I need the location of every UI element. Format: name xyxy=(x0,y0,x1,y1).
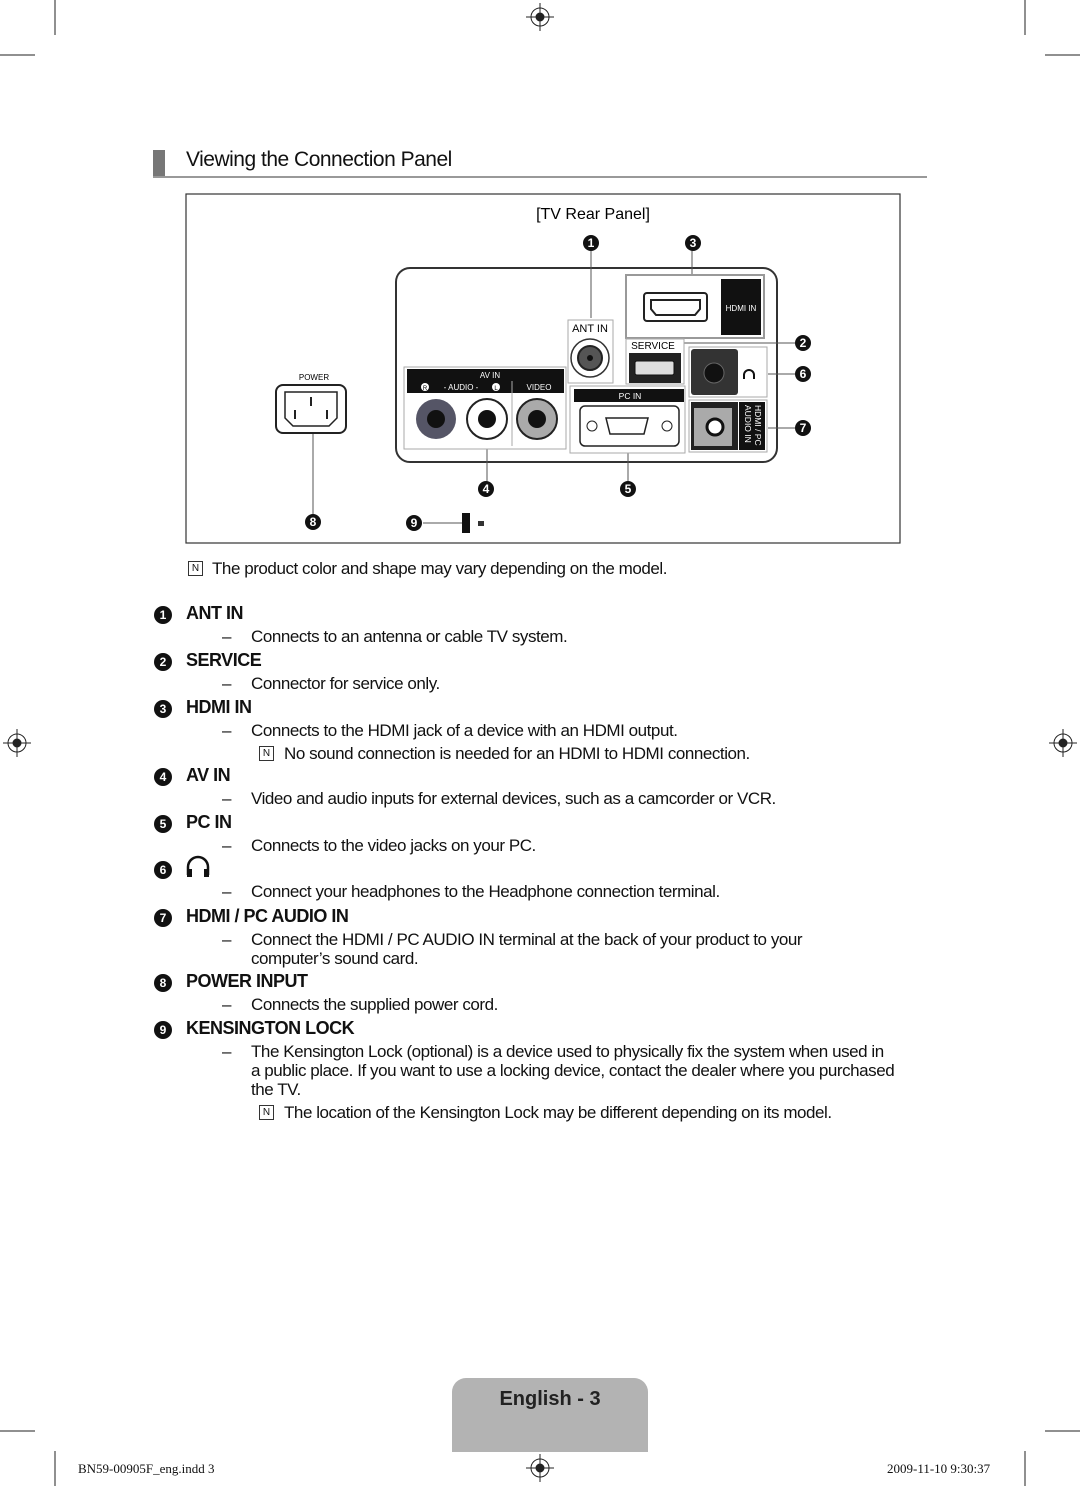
video-label: VIDEO xyxy=(527,383,552,392)
note-icon: N xyxy=(259,746,274,761)
item-description: computer’s sound card. xyxy=(251,949,419,968)
item-description: a public place. If you want to use a loc… xyxy=(251,1061,895,1080)
page-label: English - 3 xyxy=(499,1388,601,1410)
item-number: 2 xyxy=(154,653,172,671)
callout-2: 2 xyxy=(800,336,807,350)
dash: – xyxy=(222,995,232,1014)
item-title: HDMI / PC AUDIO IN xyxy=(186,906,349,926)
dash: – xyxy=(222,930,232,949)
callout-3: 3 xyxy=(690,236,697,250)
item-number: 8 xyxy=(154,974,172,992)
item-description: Connects to the HDMI jack of a device wi… xyxy=(251,721,678,740)
item-number: 6 xyxy=(154,861,172,879)
hdmi-pc-audio-label-2: AUDIO IN xyxy=(743,405,753,443)
callout-7: 7 xyxy=(800,421,807,435)
ant-in-label: ANT IN xyxy=(572,323,608,335)
item-number: 4 xyxy=(154,768,172,786)
hdmi-pc-audio-label-1: HDMI / PC xyxy=(753,405,763,446)
headphones-icon xyxy=(186,855,210,877)
callout-5: 5 xyxy=(625,482,632,496)
item-description: Connects to the video jacks on your PC. xyxy=(251,836,536,855)
item-description: Connects to an antenna or cable TV syste… xyxy=(251,627,568,646)
callout-8: 8 xyxy=(310,515,317,529)
callout-6: 6 xyxy=(800,367,807,381)
item-title: AV IN xyxy=(186,765,231,785)
item-description: Connect the HDMI / PC AUDIO IN terminal … xyxy=(251,930,803,949)
page-number-tab: English - 3 xyxy=(452,1378,648,1452)
note-icon: N xyxy=(188,561,203,576)
audio-label: - AUDIO - xyxy=(444,383,479,392)
item-description: The Kensington Lock (optional) is a devi… xyxy=(251,1042,884,1061)
item-description: the TV. xyxy=(251,1080,301,1099)
item-description: Video and audio inputs for external devi… xyxy=(251,789,776,808)
callout-1: 1 xyxy=(588,236,595,250)
item-number: 7 xyxy=(154,909,172,927)
callout-9: 9 xyxy=(411,516,418,530)
power-label: POWER xyxy=(299,373,329,382)
dash: – xyxy=(222,627,232,646)
svg-text:R: R xyxy=(423,386,428,392)
dash: – xyxy=(222,1042,232,1061)
diagram-caption: [TV Rear Panel] xyxy=(536,206,650,223)
item-description: Connects the supplied power cord. xyxy=(251,995,498,1014)
item-title: POWER INPUT xyxy=(186,971,308,991)
dash: – xyxy=(222,836,232,855)
item-note: The location of the Kensington Lock may … xyxy=(284,1103,832,1122)
item-description: Connect your headphones to the Headphone… xyxy=(251,882,720,901)
item-note: No sound connection is needed for an HDM… xyxy=(284,744,750,763)
callout-4: 4 xyxy=(483,482,490,496)
dash: – xyxy=(222,721,232,740)
product-note: The product color and shape may vary dep… xyxy=(212,559,667,578)
dash: – xyxy=(222,674,232,693)
print-timestamp: 2009-11-10 9:30:37 xyxy=(887,1461,991,1476)
item-title: HDMI IN xyxy=(186,697,252,717)
pc-in-label: PC IN xyxy=(619,391,642,401)
dash: – xyxy=(222,882,232,901)
note-icon: N xyxy=(259,1105,274,1120)
item-number: 5 xyxy=(154,815,172,833)
dash: – xyxy=(222,789,232,808)
item-title: SERVICE xyxy=(186,650,262,670)
item-number: 9 xyxy=(154,1021,172,1039)
hdmi-in-label: HDMI IN xyxy=(726,304,757,313)
item-title: KENSINGTON LOCK xyxy=(186,1018,355,1038)
service-label: SERVICE xyxy=(631,341,675,352)
item-title: PC IN xyxy=(186,812,232,832)
kensington-slot-icon xyxy=(462,513,470,533)
tv-rear-panel-diagram: [TV Rear Panel] HDMI IN ANT IN SERVICE H… xyxy=(185,193,901,544)
item-title: ANT IN xyxy=(186,603,244,623)
file-slug: BN59-00905F_eng.indd 3 xyxy=(78,1461,215,1476)
lock-icon xyxy=(478,521,484,526)
av-in-label: AV IN xyxy=(480,371,501,380)
item-number: 1 xyxy=(154,606,172,624)
item-description: Connector for service only. xyxy=(251,674,440,693)
item-number: 3 xyxy=(154,700,172,718)
